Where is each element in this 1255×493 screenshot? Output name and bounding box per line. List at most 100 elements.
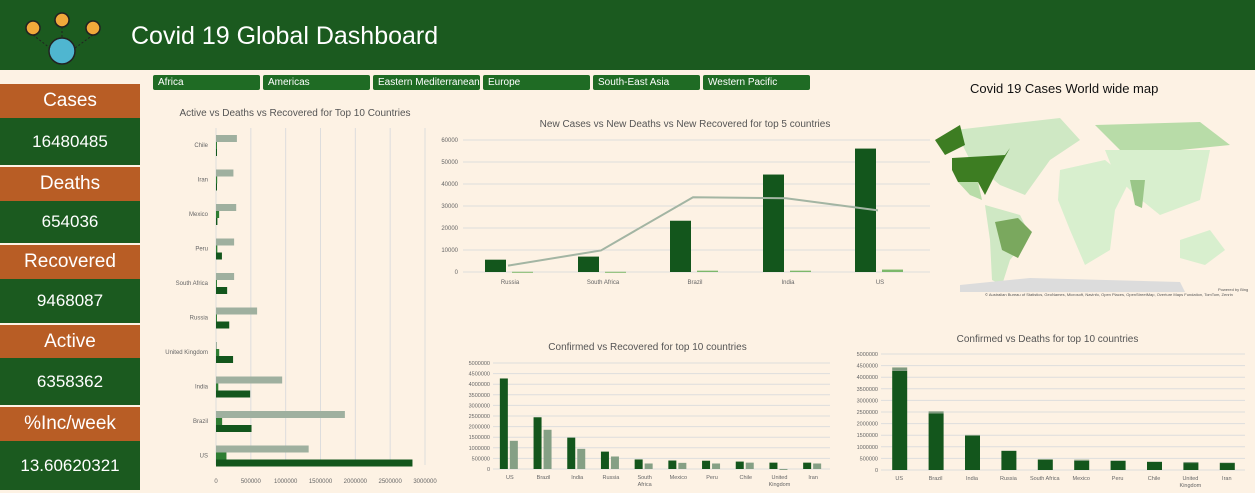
bar-recovered <box>216 204 237 211</box>
bar-deaths <box>216 142 217 149</box>
bar-confirmed <box>1219 463 1235 470</box>
bar-confirmed <box>965 435 980 470</box>
y-tick-label: 500000 <box>472 456 490 462</box>
category-label: Iran <box>808 475 817 481</box>
bar-recovered <box>813 463 822 469</box>
category-label: Chile <box>194 143 208 149</box>
bar-recovered <box>678 462 687 469</box>
world-map[interactable] <box>930 100 1255 295</box>
x-tick-label: 0 <box>214 479 218 485</box>
bar-new-deaths <box>790 270 811 272</box>
map-attribution: © Australian Bureau of Statistics, GeoNa… <box>985 292 1233 297</box>
bar-deaths <box>216 349 220 356</box>
bar-deaths <box>892 367 908 371</box>
bar-recovered <box>216 445 309 453</box>
bar-recovered <box>577 448 586 469</box>
map-india <box>1130 180 1145 208</box>
bar-confirmed <box>1074 460 1090 470</box>
y-tick-label: 20000 <box>441 226 458 232</box>
category-label: United <box>771 475 787 481</box>
category-label: Mexico <box>670 475 687 481</box>
bar-new-deaths <box>605 271 626 273</box>
y-tick-label: 40000 <box>441 182 458 188</box>
y-tick-label: 3000000 <box>469 403 490 409</box>
category-label: Russia <box>190 316 209 322</box>
x-tick-label: 2000000 <box>344 479 368 485</box>
bar-confirmed <box>567 437 576 469</box>
category-label: Africa <box>638 482 653 488</box>
bar-recovered <box>216 238 235 246</box>
bar-deaths <box>216 314 217 322</box>
bar-confirmed <box>1110 460 1126 470</box>
y-tick-label: 1500000 <box>857 433 878 439</box>
category-label: US <box>506 475 514 481</box>
bar-confirmed <box>634 459 643 469</box>
category-label: United <box>1182 476 1198 482</box>
y-tick-label: 0 <box>875 468 878 474</box>
bar-new-deaths <box>512 271 533 273</box>
category-label: Chile <box>1148 476 1161 482</box>
category-label: Brazil <box>929 476 943 482</box>
map-title: Covid 19 Cases World wide map <box>970 81 1159 96</box>
category-label: India <box>195 385 209 391</box>
x-tick-label: 1000000 <box>274 479 298 485</box>
bar-recovered <box>216 307 258 315</box>
category-label: Russia <box>501 280 520 286</box>
bar-deaths <box>1074 459 1090 461</box>
bar-confirmed <box>702 460 711 469</box>
category-label: Russia <box>603 475 621 481</box>
category-label: Kingdom <box>769 482 791 488</box>
bar-active <box>216 218 218 225</box>
map-mexico <box>958 182 982 200</box>
bar-deaths <box>965 434 980 436</box>
bar-deaths <box>1183 461 1199 464</box>
bar-deaths <box>216 383 219 391</box>
category-label: India <box>571 475 584 481</box>
bar-recovered <box>509 440 518 469</box>
bar-deaths <box>216 280 217 287</box>
y-tick-label: 10000 <box>441 248 458 254</box>
bar-recovered <box>644 463 653 469</box>
map-russia <box>1095 122 1230 150</box>
bar-confirmed <box>735 461 744 469</box>
bar-deaths <box>928 411 944 414</box>
bar-confirmed <box>499 378 508 469</box>
bar-deaths <box>216 452 227 460</box>
bar-confirmed <box>533 417 542 469</box>
bar-deaths <box>216 245 218 253</box>
y-tick-label: 5000000 <box>857 352 878 358</box>
category-label: US <box>200 454 208 460</box>
category-label: United Kingdom <box>165 350 208 356</box>
bar-recovered <box>216 342 217 349</box>
bar-new-deaths <box>697 270 718 272</box>
bar-deaths <box>216 176 218 184</box>
category-label: US <box>895 476 903 482</box>
map-alaska <box>935 125 965 155</box>
y-tick-label: 2000000 <box>857 422 878 428</box>
y-tick-label: 3500000 <box>469 393 490 399</box>
bar-recovered <box>216 135 237 142</box>
bar-active <box>216 183 217 191</box>
category-label: Iran <box>198 178 208 184</box>
y-tick-label: 4000000 <box>469 382 490 388</box>
category-label: Brazil <box>537 475 551 481</box>
bar-recovered <box>216 411 345 418</box>
y-tick-label: 4500000 <box>857 364 878 370</box>
bar-recovered <box>745 462 754 469</box>
y-tick-label: 2000000 <box>469 425 490 431</box>
bar-active <box>216 390 251 398</box>
bar-recovered <box>610 456 619 469</box>
bar-active <box>216 459 413 467</box>
category-label: Brazil <box>193 419 208 425</box>
bar-recovered <box>543 429 552 469</box>
bar-active <box>216 149 217 156</box>
x-tick-label: 3000000 <box>413 479 437 485</box>
category-label: Peru <box>1112 476 1124 482</box>
category-label: South Africa <box>587 280 620 286</box>
category-label: South <box>637 475 651 481</box>
bar-confirmed <box>928 413 944 470</box>
bar-recovered <box>712 463 721 469</box>
bar-new-cases <box>763 174 784 272</box>
bar-deaths <box>216 418 223 425</box>
category-label: South Africa <box>176 281 209 287</box>
